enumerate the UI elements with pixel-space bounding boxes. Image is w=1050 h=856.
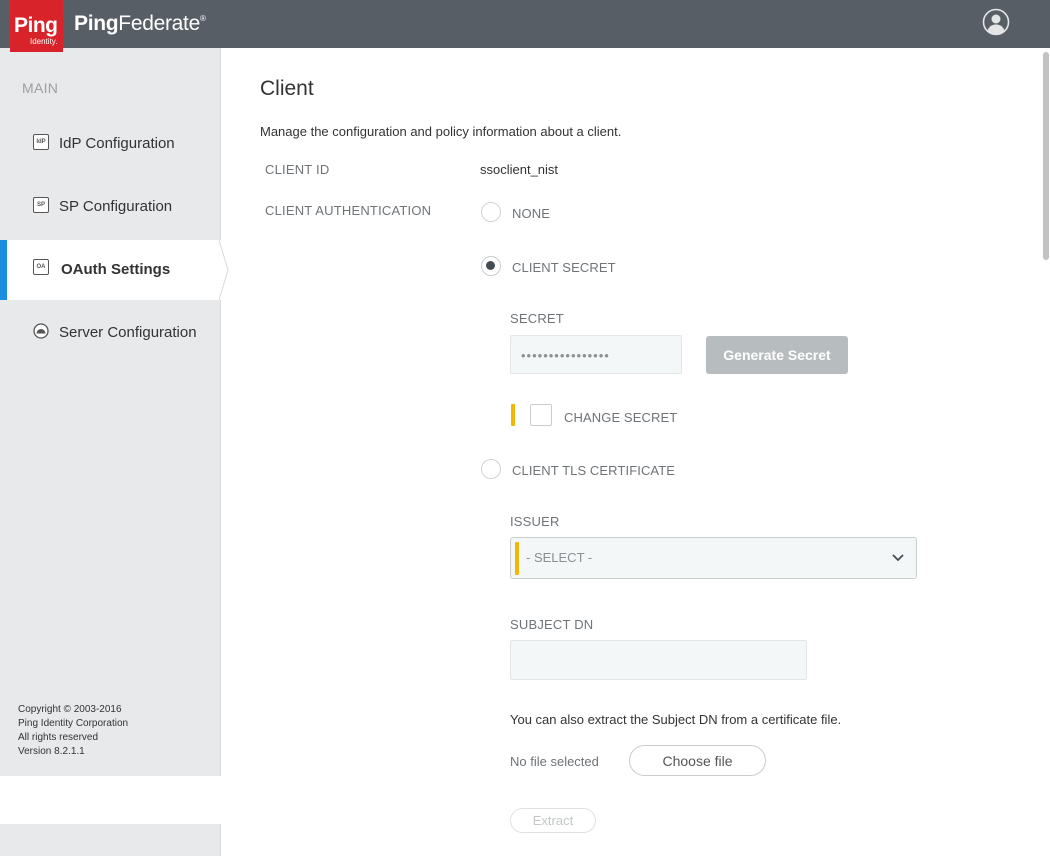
page-title: Client (260, 77, 314, 100)
top-bar: PingFederate® (0, 0, 1050, 48)
issuer-select[interactable]: - SELECT - (510, 537, 917, 579)
client-authentication-label: CLIENT AUTHENTICATION (265, 203, 432, 218)
change-secret-label[interactable]: CHANGE SECRET (564, 410, 677, 425)
sidebar: MAIN IdP IdP Configuration SP SP Configu… (0, 48, 221, 776)
brand-name: PingFederate® (74, 12, 206, 36)
client-id-value: ssoclient_nist (480, 162, 559, 177)
chevron-down-icon (892, 554, 904, 562)
sidebar-item-sp-configuration[interactable]: SP SP Configuration (0, 177, 221, 237)
copyright-notice: Copyright © 2003-2016 Ping Identity Corp… (18, 703, 128, 759)
sidebar-item-label: Server Configuration (59, 324, 197, 341)
page-description: Manage the configuration and policy info… (260, 124, 622, 139)
issuer-selected-value: - SELECT - (526, 550, 593, 565)
logo-ping-text: Ping (14, 14, 58, 37)
logo-identity-text: Identity. (30, 37, 58, 46)
radio-client-secret-label[interactable]: CLIENT SECRET (512, 260, 616, 275)
sidebar-footer-strip (0, 824, 221, 856)
subject-dn-label: SUBJECT DN (510, 617, 594, 632)
subject-dn-field[interactable] (510, 640, 807, 680)
idp-icon: IdP (33, 134, 49, 150)
generate-secret-button[interactable]: Generate Secret (706, 336, 848, 374)
sidebar-item-label: SP Configuration (59, 198, 173, 215)
radio-none[interactable] (481, 202, 501, 222)
choose-file-button[interactable]: Choose file (629, 745, 766, 776)
active-item-pointer (219, 240, 229, 300)
scrollbar-thumb[interactable] (1043, 52, 1049, 260)
sidebar-section-main: MAIN (22, 80, 59, 96)
client-id-label: CLIENT ID (265, 162, 330, 177)
server-icon (33, 323, 49, 339)
sp-icon: SP (33, 197, 49, 213)
radio-client-tls-label[interactable]: CLIENT TLS CERTIFICATE (512, 463, 675, 478)
brand-registered-mark: ® (199, 14, 206, 23)
user-profile-icon[interactable] (982, 8, 1010, 36)
sidebar-item-oauth-settings[interactable]: OA OAuth Settings (0, 240, 221, 300)
required-flag (511, 404, 515, 426)
company-line: Ping Identity Corporation (18, 718, 129, 729)
active-indicator (0, 240, 7, 300)
radio-client-tls-certificate[interactable] (481, 459, 501, 479)
sidebar-item-label: OAuth Settings (61, 261, 171, 278)
extract-subject-dn-note: You can also extract the Subject DN from… (510, 712, 842, 727)
brand-federate: Federate (118, 12, 200, 35)
issuer-label: ISSUER (510, 514, 560, 529)
brand-ping: Ping (74, 12, 119, 35)
file-status-text: No file selected (510, 754, 599, 769)
sidebar-item-server-configuration[interactable]: Server Configuration (0, 303, 221, 363)
version-line: Version 8.2.1.1 (18, 746, 85, 757)
radio-none-label[interactable]: NONE (512, 206, 550, 221)
ping-identity-logo[interactable]: Ping Identity. (10, 0, 63, 52)
required-flag (515, 542, 519, 575)
rights-line: All rights reserved (18, 732, 99, 743)
sidebar-item-label: IdP Configuration (59, 135, 175, 152)
radio-client-secret[interactable] (481, 256, 501, 276)
extract-button[interactable]: Extract (510, 808, 596, 833)
secret-field[interactable]: •••••••••••••••• (510, 335, 682, 374)
change-secret-checkbox[interactable] (530, 404, 552, 426)
copyright-line: Copyright © 2003-2016 (18, 704, 122, 715)
secret-label: SECRET (510, 311, 564, 326)
sidebar-item-idp-configuration[interactable]: IdP IdP Configuration (0, 114, 221, 174)
oauth-icon: OA (33, 259, 49, 275)
